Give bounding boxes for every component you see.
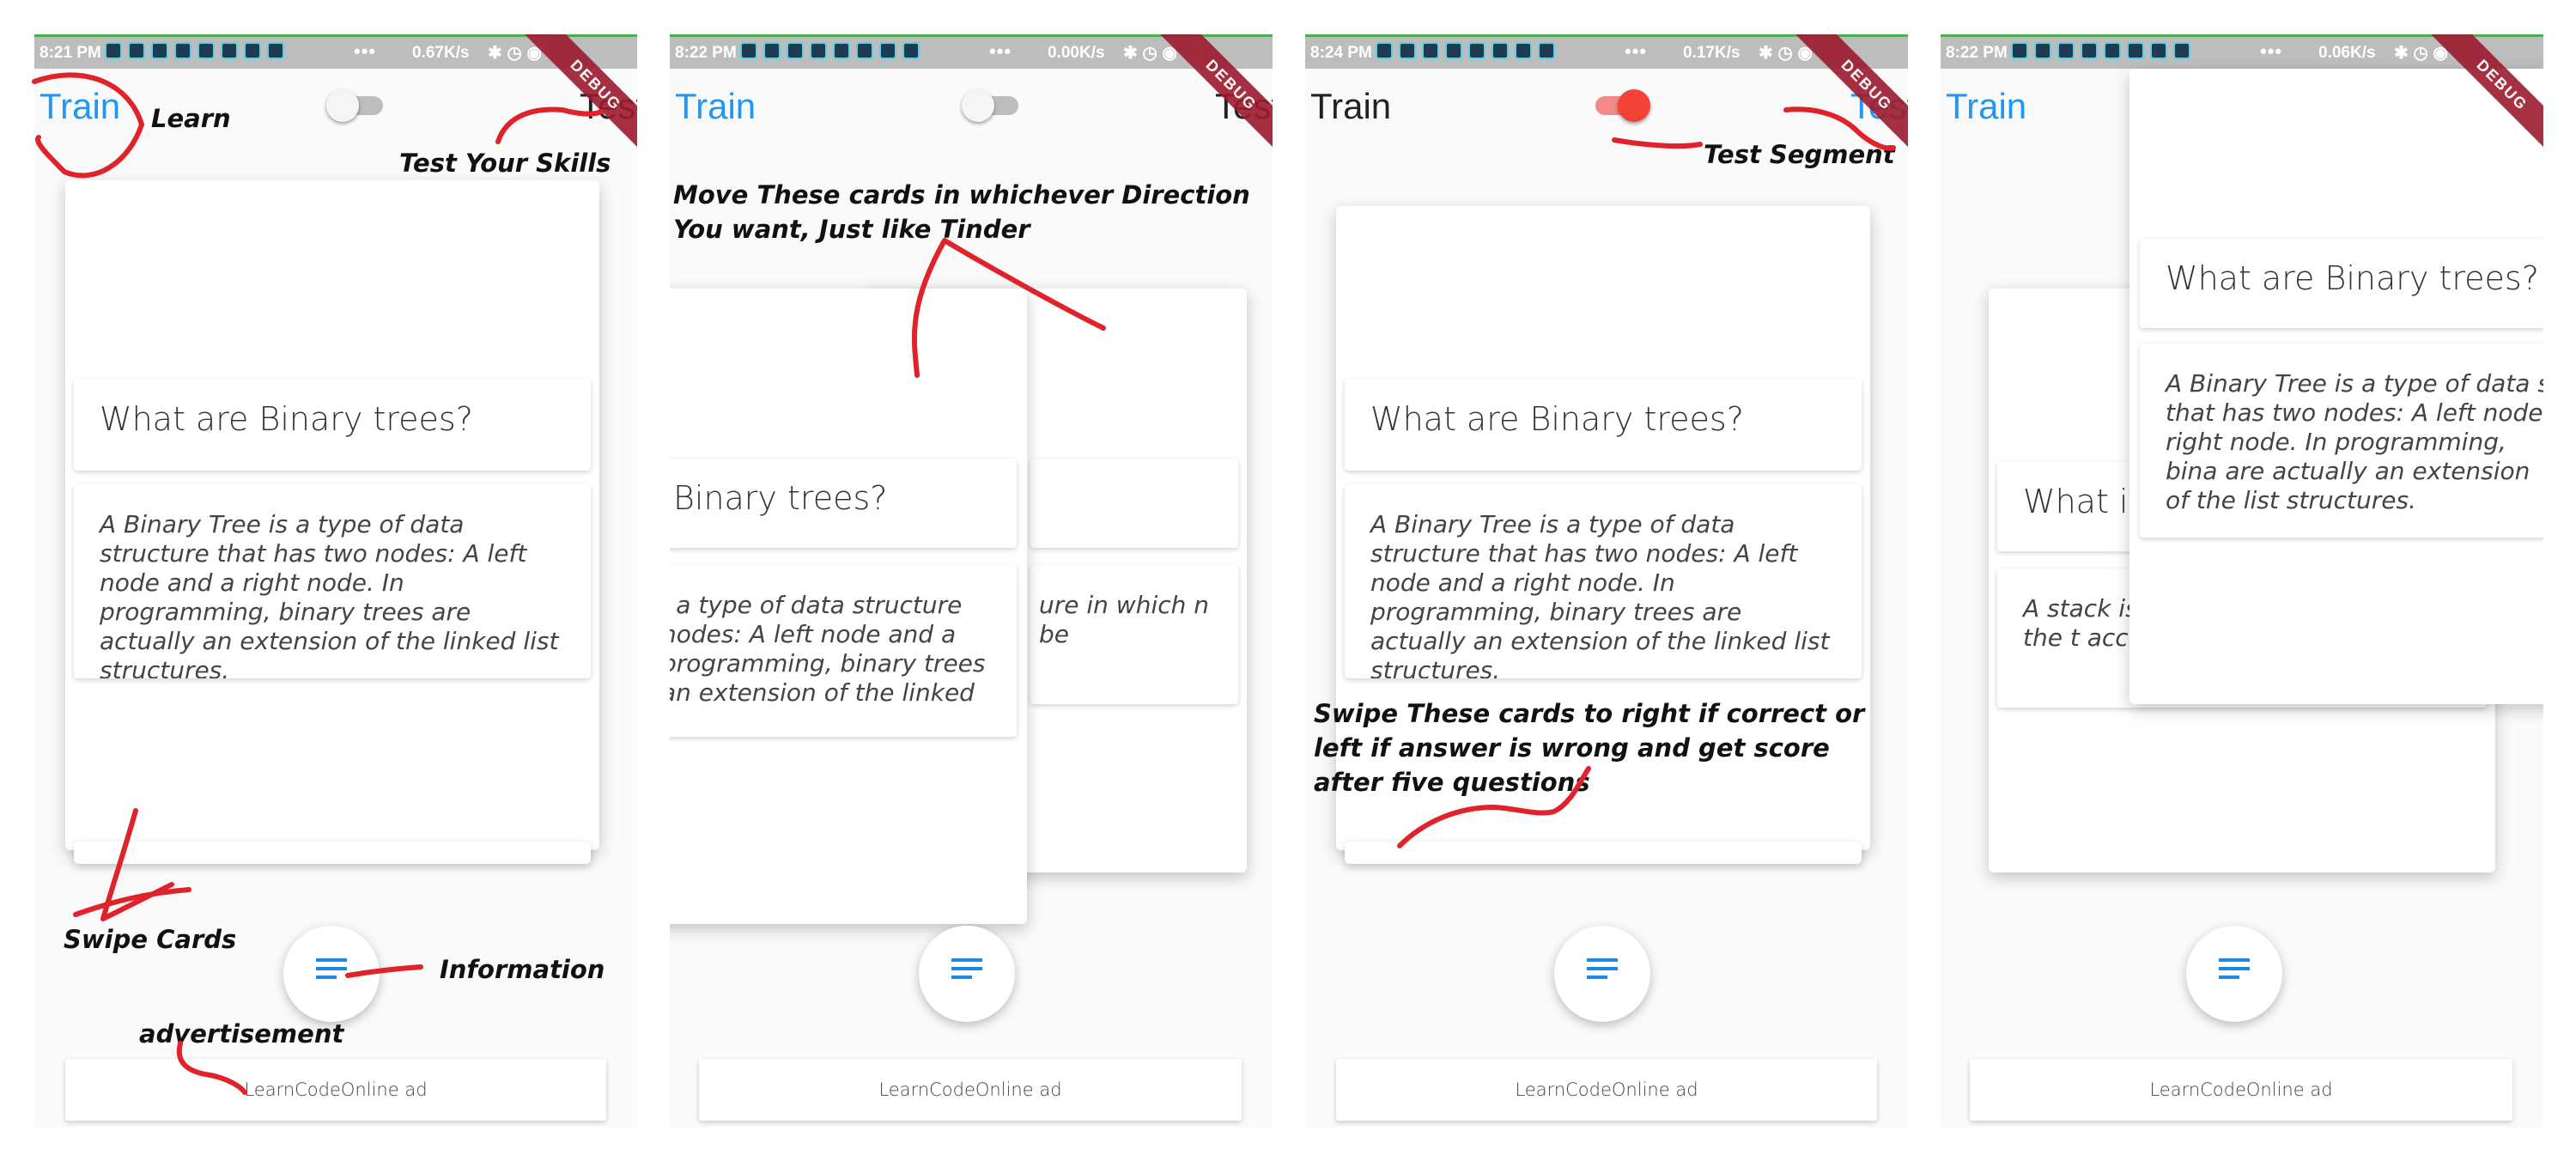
notification-icons (1376, 42, 1555, 59)
status-time: 8:22 PM (675, 44, 737, 62)
tab-train[interactable]: Train (39, 86, 120, 127)
more-dots-icon: ••• (1625, 40, 1648, 62)
ad-banner[interactable]: LearnCodeOnline ad (1970, 1059, 2512, 1121)
card-question: What are Binary trees? (74, 380, 591, 471)
ad-banner[interactable]: LearnCodeOnline ad (65, 1059, 606, 1121)
tab-train[interactable]: Train (1310, 86, 1391, 127)
annotation-test-segment: Test Segment (1704, 140, 1895, 169)
notification-icons (2011, 42, 2190, 59)
notes-list-icon (1587, 958, 1618, 984)
system-icons: ✱ ◷ ◉ (1759, 44, 1813, 63)
network-speed: 0.67K/s (412, 44, 470, 62)
notes-list-icon (2219, 958, 2250, 984)
card-answer: is a type of data structure nodes: A lef… (670, 565, 1017, 737)
more-dots-icon: ••• (354, 40, 377, 62)
card-stack-edge (1345, 842, 1862, 864)
card-question: What are Binary trees? (2140, 239, 2543, 328)
more-dots-icon: ••• (2260, 40, 2283, 62)
tab-train[interactable]: Train (675, 86, 756, 127)
info-fab[interactable] (1554, 926, 1650, 1022)
annotation-swipe-cards: Swipe Cards (64, 925, 237, 954)
info-fab[interactable] (2186, 926, 2282, 1022)
notification-icons (740, 42, 920, 59)
ad-banner[interactable]: LearnCodeOnline ad (1336, 1059, 1877, 1121)
more-dots-icon: ••• (989, 40, 1012, 62)
network-speed: 0.17K/s (1683, 44, 1741, 62)
annotation-swipe-score: Swipe These cards to right if correct or… (1314, 699, 1865, 797)
card-question-back (1030, 459, 1238, 548)
network-speed: 0.06K/s (2318, 44, 2376, 62)
annotation-move-cards: Move These cards in whichever Direction … (673, 180, 1250, 244)
system-icons: ✱ ◷ ◉ (2394, 44, 2448, 63)
card-question: Binary trees? (670, 459, 1017, 548)
info-fab[interactable] (283, 926, 380, 1022)
annotation-learn: Learn (151, 104, 231, 133)
ad-banner[interactable]: LearnCodeOnline ad (699, 1059, 1242, 1121)
system-icons: ✱ ◷ ◉ (488, 44, 542, 63)
notes-list-icon (316, 958, 347, 984)
card-answer: A Binary Tree is a type of data structur… (74, 484, 591, 678)
mode-toggle[interactable] (326, 89, 388, 122)
network-speed: 0.00K/s (1048, 44, 1105, 62)
annotation-information: Information (440, 955, 605, 984)
screen-3: 8:24 PM ••• 0.17K/s ✱ ◷ ◉ DEBUG Train Te… (1305, 34, 1908, 1128)
card-answer: A Binary Tree is a type of data s that h… (2140, 343, 2543, 538)
card-answer: A Binary Tree is a type of data structur… (1345, 484, 1862, 678)
system-icons: ✱ ◷ ◉ (1123, 44, 1177, 63)
card-question: What are Binary trees? (1345, 380, 1862, 471)
mode-toggle[interactable] (1589, 89, 1650, 122)
card-stack-edge (74, 842, 591, 864)
app-bar: Train Test (670, 86, 1273, 172)
card-answer-back: ure in which n be (1030, 565, 1238, 704)
status-time: 8:21 PM (39, 44, 101, 62)
notification-icons (105, 42, 284, 59)
annotation-advertisement: advertisement (139, 1019, 344, 1049)
annotation-test-skills: Test Your Skills (399, 149, 611, 178)
mode-toggle[interactable] (962, 89, 1024, 122)
info-fab[interactable] (919, 926, 1015, 1022)
notes-list-icon (951, 958, 982, 984)
screen-4: 8:22 PM ••• 0.06K/s ✱ ◷ ◉ DEBUG Train Wh… (1941, 34, 2543, 1128)
tab-train[interactable]: Train (1946, 86, 2026, 127)
status-time: 8:24 PM (1310, 44, 1372, 62)
status-time: 8:22 PM (1946, 44, 2008, 62)
